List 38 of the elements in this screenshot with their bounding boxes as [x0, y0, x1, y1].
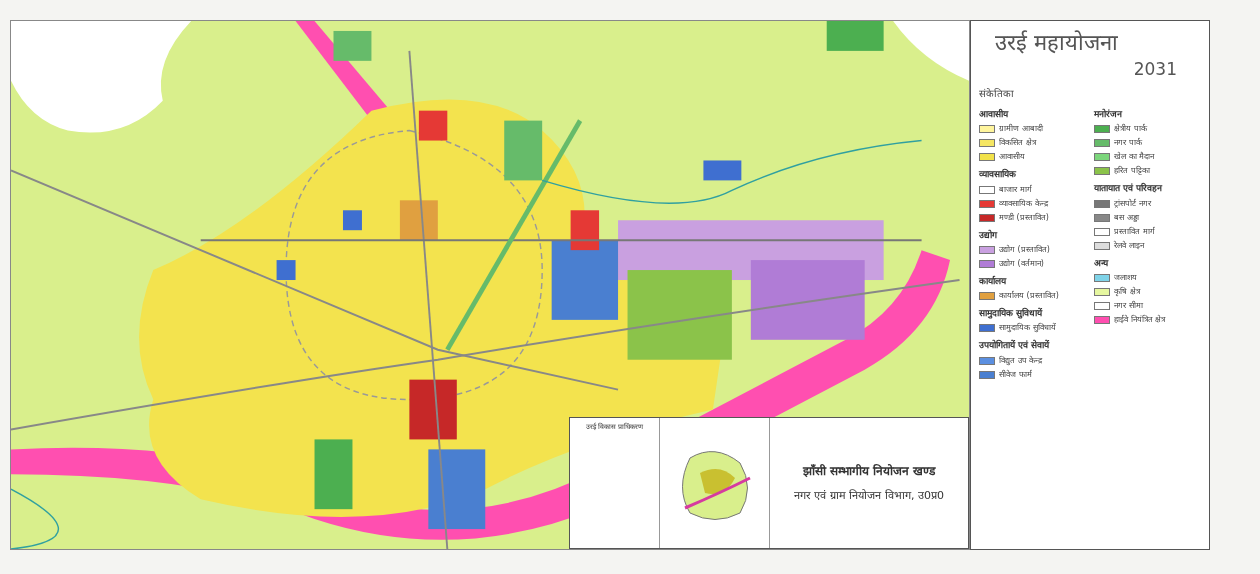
legend-label: सीवेज फार्म — [999, 369, 1032, 380]
legend-label: मण्डी (प्रस्तावित) — [999, 212, 1049, 223]
legend-label: उद्योग (वर्तमान) — [999, 258, 1044, 269]
legend-section-heading: व्यावसायिक — [979, 169, 1018, 181]
legend-section-heading: सामुदायिक सुविधायें — [979, 308, 1044, 320]
legend-heading: संकेतिका — [979, 87, 1015, 101]
legend-label: आवासीय — [999, 152, 1025, 163]
legend-label: विकसित क्षेत्र — [999, 138, 1036, 149]
legend-label: कृषि क्षेत्र — [1114, 286, 1140, 297]
legend-section-heading: उपयोगितायें एवं सेवायें — [979, 340, 1051, 352]
legend-label: नगर पार्क — [1114, 138, 1142, 149]
legend-section-heading: उद्योग — [979, 229, 999, 241]
legend-label: क्षेत्रीय पार्क — [1114, 124, 1147, 135]
legend-label: व्यावसायिक केन्द्र — [999, 198, 1048, 209]
legend-section-heading: कार्यालय — [979, 275, 1008, 287]
legend-section-heading: अन्य — [1094, 257, 1110, 269]
legend-label: प्रस्तावित मार्ग — [1114, 226, 1155, 237]
map-year: 2031 — [1133, 57, 1178, 81]
legend-label: खेल का मैदान — [1114, 152, 1155, 163]
legend-label: जलाशय — [1114, 272, 1137, 283]
legend-label: उद्योग (प्रस्तावित) — [999, 244, 1050, 255]
legend-label: कार्यालय (प्रस्तावित) — [999, 291, 1059, 301]
legend-label: विद्युत उप केन्द्र — [999, 355, 1043, 366]
legend-label: नगर सीमा — [1114, 300, 1143, 311]
office-name: झाँसी सम्भागीय नियोजन खण्ड — [802, 462, 936, 480]
legend-section-heading: यातायात एवं परिवहन — [1094, 183, 1164, 195]
legend-section-heading: मनोरंजन — [1094, 109, 1124, 121]
legend-label: ट्रांसपोर्ट नगर — [1114, 198, 1151, 209]
map-title: उरई महायोजना — [994, 29, 1119, 57]
legend-label: बस अड्डा — [1114, 212, 1139, 223]
legend-section-heading: आवासीय — [979, 109, 1010, 121]
legend-label: सामुदायिक सुविधायें — [999, 323, 1056, 334]
legend-label: रेलवे लाइन — [1114, 240, 1144, 251]
legend-label: हाईवे नियंत्रित क्षेत्र — [1114, 314, 1166, 325]
department-name: नगर एवं ग्राम नियोजन विभाग, उ0प्र0 — [794, 487, 944, 504]
legend-label: हरित पट्टिका — [1114, 166, 1150, 177]
legend-label: बाजार मार्ग — [999, 184, 1032, 195]
legend-label: ग्रामीण आबादी — [999, 124, 1043, 135]
